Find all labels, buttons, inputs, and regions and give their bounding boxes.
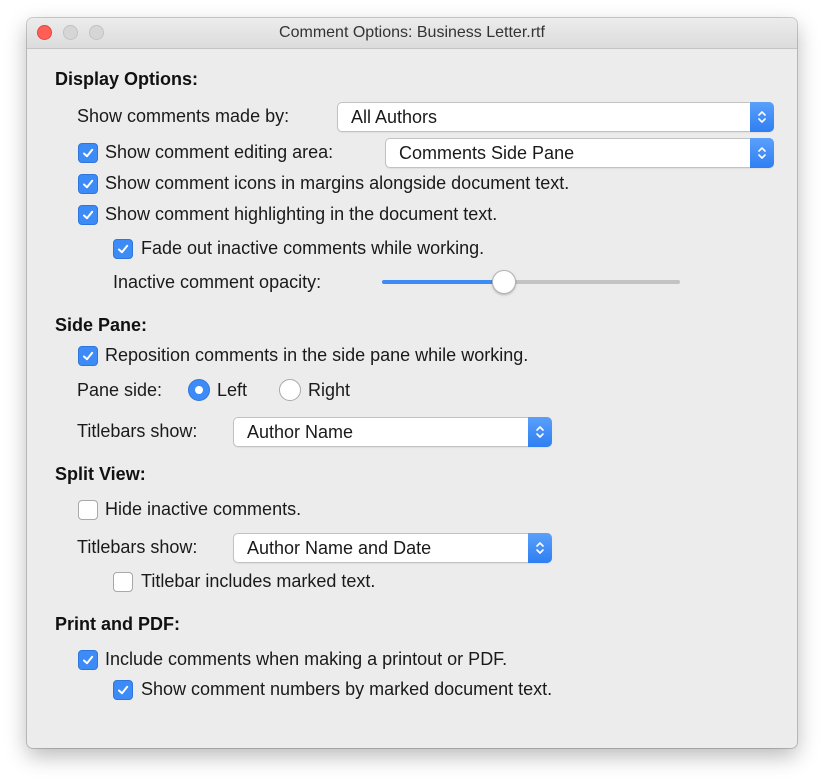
pane-side-right-label: Right bbox=[308, 380, 351, 400]
opacity-slider-knob[interactable] bbox=[492, 270, 517, 294]
opacity-slider-fill bbox=[382, 280, 505, 284]
titlebar-marked-label: Titlebar includes marked text. bbox=[141, 571, 376, 591]
hide-inactive-checkbox[interactable] bbox=[78, 500, 98, 520]
split-view-titlebars-value: Author Name and Date bbox=[247, 538, 432, 558]
window-title: Comment Options: Business Letter.rtf bbox=[279, 24, 545, 41]
fade-out-checkbox[interactable] bbox=[113, 239, 133, 259]
up-down-chevron-icon bbox=[750, 138, 774, 168]
titlebar: Comment Options: Business Letter.rtf bbox=[27, 18, 797, 49]
show-editing-area-label: Show comment editing area: bbox=[105, 142, 334, 162]
show-highlighting-label: Show comment highlighting in the documen… bbox=[105, 204, 498, 224]
show-editing-area-checkbox[interactable] bbox=[78, 143, 98, 163]
show-comments-made-by-popup[interactable]: All Authors bbox=[337, 102, 774, 132]
opacity-label: Inactive comment opacity: bbox=[113, 272, 322, 292]
side-pane-titlebars-label: Titlebars show: bbox=[77, 421, 198, 441]
pane-side-left-label: Left bbox=[217, 380, 248, 400]
titlebar-marked-checkbox[interactable] bbox=[113, 572, 133, 592]
split-view-heading: Split View: bbox=[55, 464, 146, 484]
split-view-titlebars-popup[interactable]: Author Name and Date bbox=[233, 533, 552, 563]
checkmark-icon bbox=[83, 655, 94, 665]
show-comments-made-by-value: All Authors bbox=[351, 107, 438, 127]
show-numbers-checkbox[interactable] bbox=[113, 680, 133, 700]
split-view-titlebars-label: Titlebars show: bbox=[77, 537, 198, 557]
fade-out-label: Fade out inactive comments while working… bbox=[141, 238, 485, 258]
print-pdf-heading: Print and PDF: bbox=[55, 614, 180, 634]
pane-side-label: Pane side: bbox=[77, 380, 163, 400]
hide-inactive-label: Hide inactive comments. bbox=[105, 499, 302, 519]
up-down-chevron-icon bbox=[528, 417, 552, 447]
up-down-chevron-icon bbox=[750, 102, 774, 132]
checkmark-icon bbox=[118, 244, 129, 254]
include-comments-checkbox[interactable] bbox=[78, 650, 98, 670]
reposition-label: Reposition comments in the side pane whi… bbox=[105, 345, 529, 365]
side-pane-heading: Side Pane: bbox=[55, 315, 148, 335]
editing-area-popup[interactable]: Comments Side Pane bbox=[385, 138, 774, 168]
checkmark-icon bbox=[83, 351, 94, 361]
display-options-heading: Display Options: bbox=[55, 69, 199, 89]
checkmark-icon bbox=[118, 685, 129, 695]
pane-side-right-radio[interactable] bbox=[279, 379, 301, 401]
side-pane-titlebars-popup[interactable]: Author Name bbox=[233, 417, 552, 447]
checkmark-icon bbox=[83, 148, 94, 158]
reposition-checkbox[interactable] bbox=[78, 346, 98, 366]
checkmark-icon bbox=[83, 179, 94, 189]
show-numbers-label: Show comment numbers by marked document … bbox=[141, 679, 553, 699]
up-down-chevron-icon bbox=[528, 533, 552, 563]
include-comments-label: Include comments when making a printout … bbox=[105, 649, 508, 669]
editing-area-value: Comments Side Pane bbox=[399, 143, 575, 163]
side-pane-titlebars-value: Author Name bbox=[247, 422, 354, 442]
pane-side-left-radio[interactable] bbox=[188, 379, 210, 401]
show-highlighting-checkbox[interactable] bbox=[78, 205, 98, 225]
show-icons-label: Show comment icons in margins alongside … bbox=[105, 173, 570, 193]
show-icons-checkbox[interactable] bbox=[78, 174, 98, 194]
radio-dot bbox=[195, 386, 203, 394]
show-comments-made-by-label: Show comments made by: bbox=[77, 106, 290, 126]
comment-options-window: Comment Options: Business Letter.rtf Dis… bbox=[27, 18, 797, 748]
checkmark-icon bbox=[83, 210, 94, 220]
opacity-slider-track[interactable] bbox=[382, 280, 680, 284]
